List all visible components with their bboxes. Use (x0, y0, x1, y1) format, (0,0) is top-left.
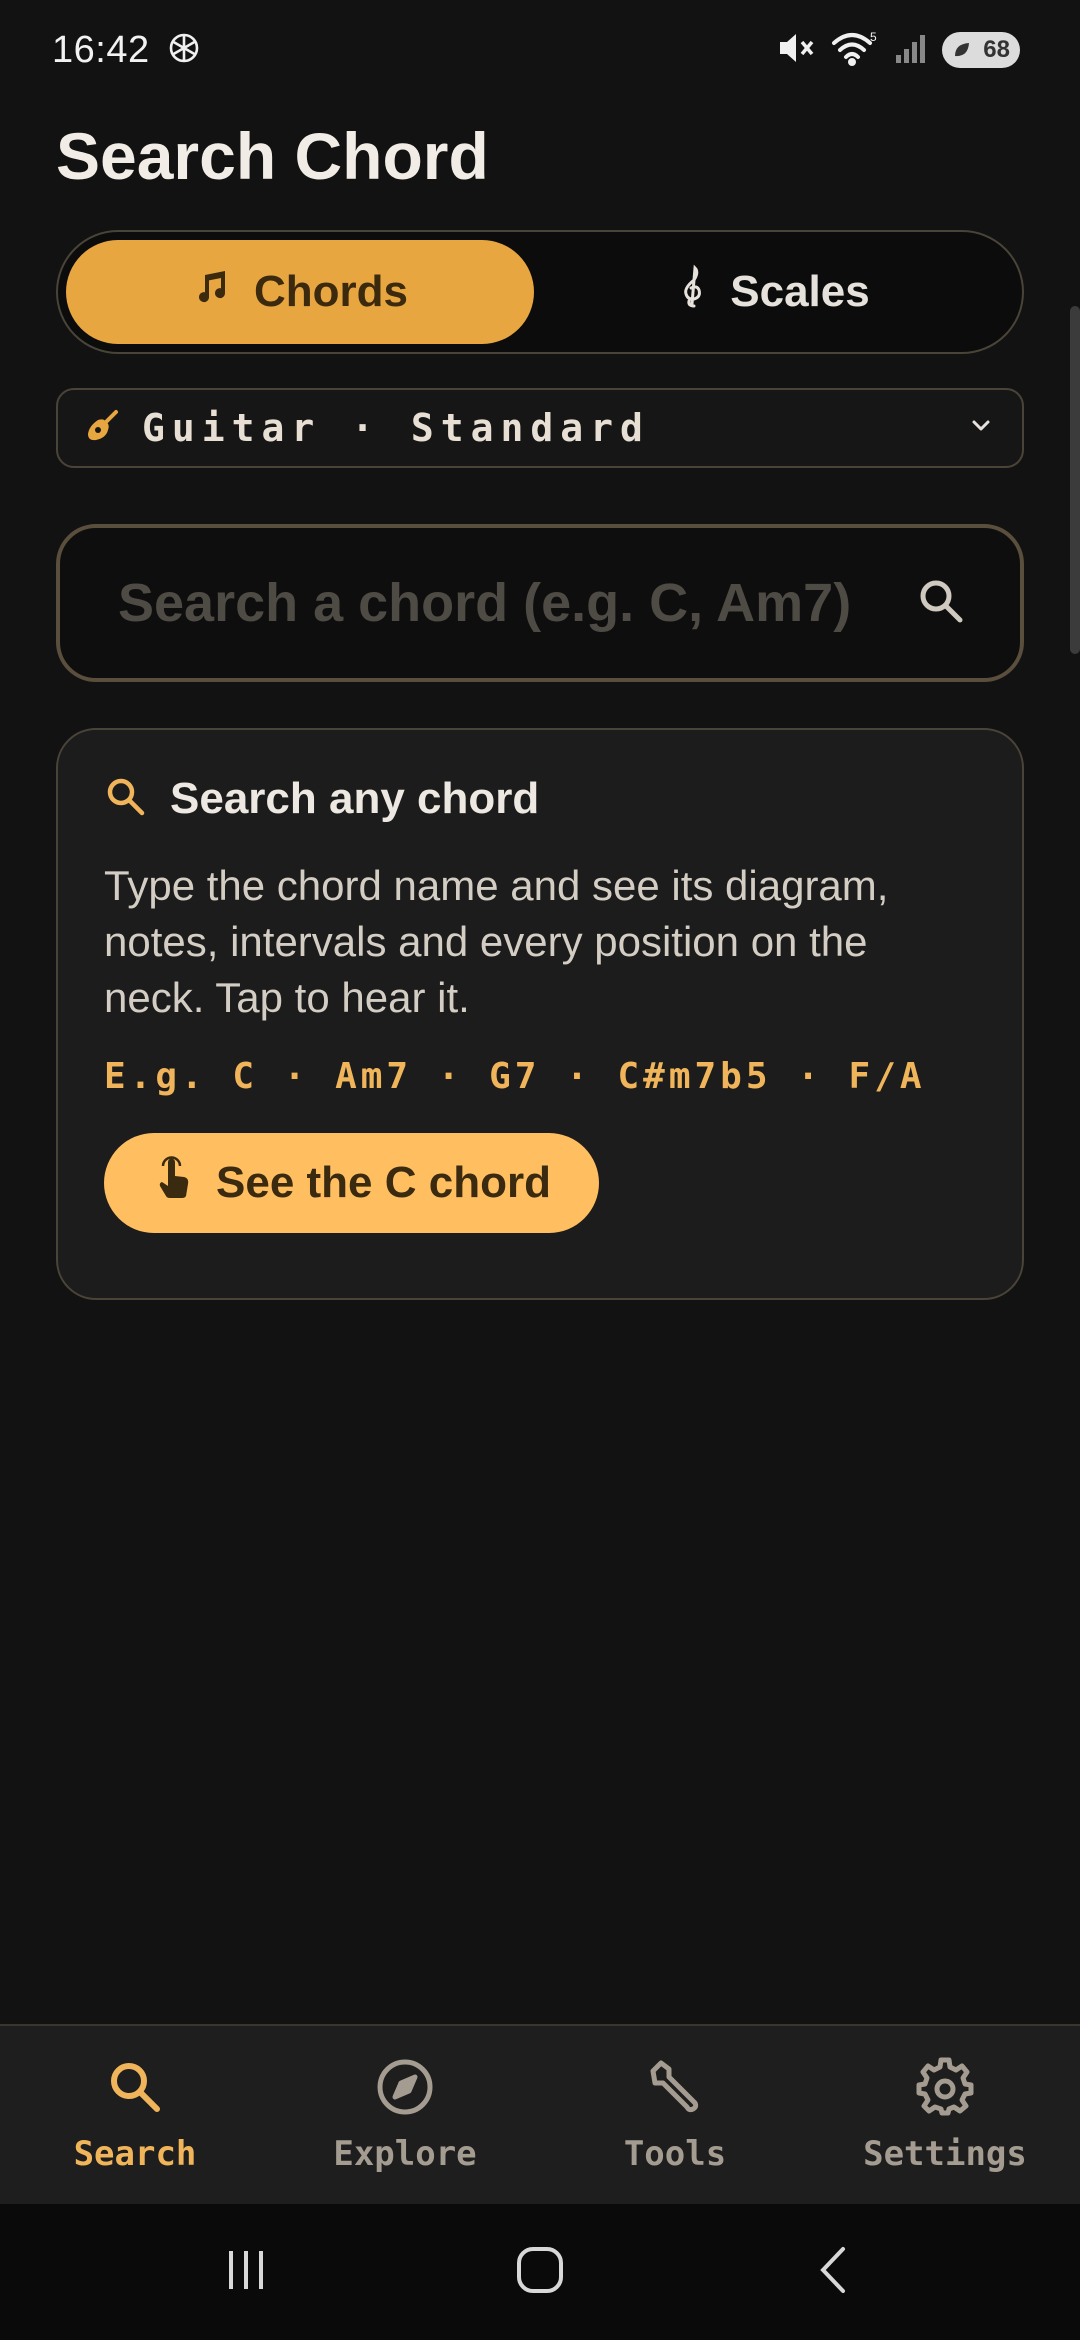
chord-search-input[interactable] (118, 572, 916, 634)
search-icon (104, 775, 148, 824)
tab-scales-label: Scales (730, 267, 870, 316)
nav-search[interactable]: Search (0, 2026, 270, 2204)
system-nav-bar (0, 2204, 1080, 2340)
signal-icon (894, 31, 928, 70)
treble-clef-icon (678, 264, 708, 321)
compass-icon (375, 2057, 435, 2126)
wrench-icon (645, 2057, 705, 2126)
tab-chords[interactable]: Chords (66, 240, 534, 344)
mute-icon (776, 30, 816, 71)
nav-search-label: Search (73, 2133, 197, 2174)
card-description: Type the chord name and see its diagram,… (104, 862, 889, 1021)
see-c-chord-button[interactable]: See the C chord (104, 1133, 599, 1233)
wifi-icon: 5 (830, 29, 880, 72)
guitar-icon (84, 408, 120, 449)
home-button[interactable] (514, 2244, 566, 2301)
nav-tools-label: Tools (623, 2133, 727, 2174)
nav-settings-label: Settings (863, 2133, 1027, 2174)
see-c-chord-label: See the C chord (216, 1158, 551, 1207)
instrument-dropdown[interactable]: Guitar · Standard (56, 388, 1024, 468)
battery-level: 68 (983, 36, 1010, 63)
nav-explore[interactable]: Explore (270, 2026, 540, 2204)
chevron-down-icon (966, 411, 996, 446)
back-button[interactable] (809, 2245, 859, 2300)
recent-apps-button[interactable] (221, 2245, 271, 2300)
chord-search-box (56, 524, 1024, 682)
mode-segmented-control: Chords Scales (56, 230, 1024, 354)
svg-text:5: 5 (870, 30, 877, 44)
bottom-nav: Search Explore Tools Settings (0, 2024, 1080, 2204)
screen: 16:42 5 68 Search Chord Chords Scales Gu… (0, 0, 1080, 2340)
tab-chords-label: Chords (254, 267, 408, 316)
search-help-card: Search any chord Type the chord name and… (56, 728, 1024, 1300)
chatgpt-icon (166, 30, 202, 71)
gear-icon (915, 2057, 975, 2126)
music-note-icon (192, 267, 232, 318)
tap-hand-icon (154, 1155, 194, 1211)
page-title: Search Chord (56, 119, 489, 193)
chord-examples: E.g. C · Am7 · G7 · C#m7b5 · F/A (104, 1056, 926, 1097)
tab-scales[interactable]: Scales (534, 240, 1014, 344)
card-title: Search any chord (170, 774, 540, 823)
status-time: 16:42 (52, 28, 150, 71)
nav-settings[interactable]: Settings (810, 2026, 1080, 2204)
battery-indicator: 68 (942, 32, 1020, 68)
search-icon[interactable] (916, 576, 966, 631)
scrollbar[interactable] (1070, 306, 1080, 654)
status-bar: 16:42 5 68 (0, 0, 1080, 100)
instrument-label: Guitar · Standard (142, 406, 650, 450)
nav-explore-label: Explore (333, 2133, 477, 2174)
nav-tools[interactable]: Tools (540, 2026, 810, 2204)
search-icon (105, 2057, 165, 2126)
